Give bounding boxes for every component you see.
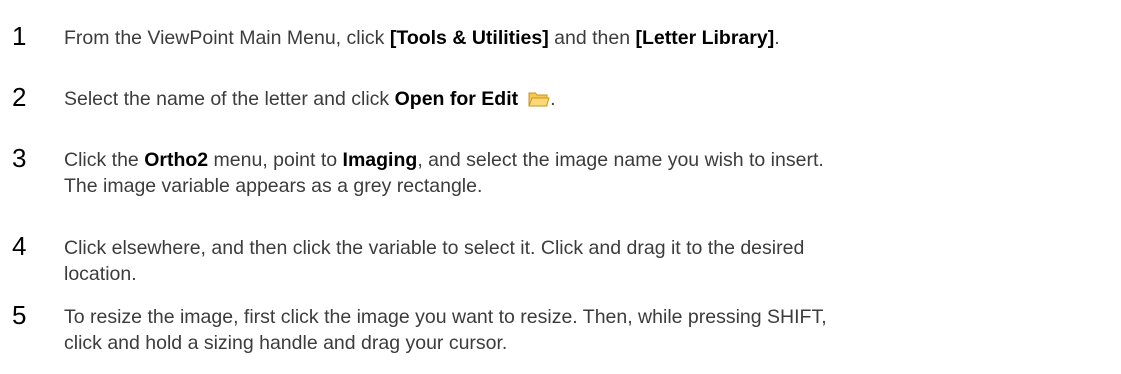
step-text-part: . — [550, 88, 556, 110]
step-2: 2 Select the name of the letter and clic… — [12, 83, 1112, 112]
step-text-part: , and select the image name you wish to … — [417, 149, 824, 171]
step-text-part: From the ViewPoint Main Menu, click — [64, 27, 390, 49]
step-text-part: To resize the image, first click the ima… — [64, 306, 827, 328]
step-text-line-2: click and hold a sizing handle and drag … — [64, 332, 508, 354]
step-number: 5 — [12, 300, 27, 330]
step-text: Select the name of the letter and click … — [64, 83, 1112, 112]
step-text-part: and then — [548, 27, 636, 49]
folder-open-icon — [528, 89, 550, 107]
instruction-steps: 1 From the ViewPoint Main Menu, click [T… — [0, 0, 1121, 374]
step-text-part: Click the — [64, 149, 145, 171]
step-number: 2 — [12, 82, 27, 112]
menu-reference: [Tools & Utilities] — [389, 27, 549, 49]
step-4: 4 Click elsewhere, and then click the va… — [12, 232, 1112, 287]
step-text-part: Select the name of the letter and click — [64, 88, 395, 110]
step-text-part: . — [774, 27, 780, 49]
step-number: 4 — [12, 231, 27, 261]
step-text: To resize the image, first click the ima… — [64, 301, 1112, 356]
step-text-line-2: location. — [64, 263, 137, 285]
step-1: 1 From the ViewPoint Main Menu, click [T… — [12, 22, 1112, 51]
button-reference: Open for Edit — [394, 88, 519, 110]
step-text-line-2: The image variable appears as a grey rec… — [64, 175, 483, 197]
step-text-part: Click elsewhere, and then click the vari… — [64, 237, 805, 259]
step-3: 3 Click the Ortho2 menu, point to Imagin… — [12, 144, 1112, 199]
menu-reference: Ortho2 — [144, 149, 209, 171]
step-text-part: menu, point to — [208, 149, 343, 171]
step-number: 1 — [12, 21, 27, 51]
menu-reference: Imaging — [342, 149, 418, 171]
step-number: 3 — [12, 143, 27, 173]
menu-reference: [Letter Library] — [635, 27, 775, 49]
step-text: Click the Ortho2 menu, point to Imaging,… — [64, 144, 1112, 199]
step-5: 5 To resize the image, first click the i… — [12, 301, 1112, 356]
step-text: Click elsewhere, and then click the vari… — [64, 232, 1112, 287]
step-text: From the ViewPoint Main Menu, click [Too… — [64, 22, 1112, 51]
